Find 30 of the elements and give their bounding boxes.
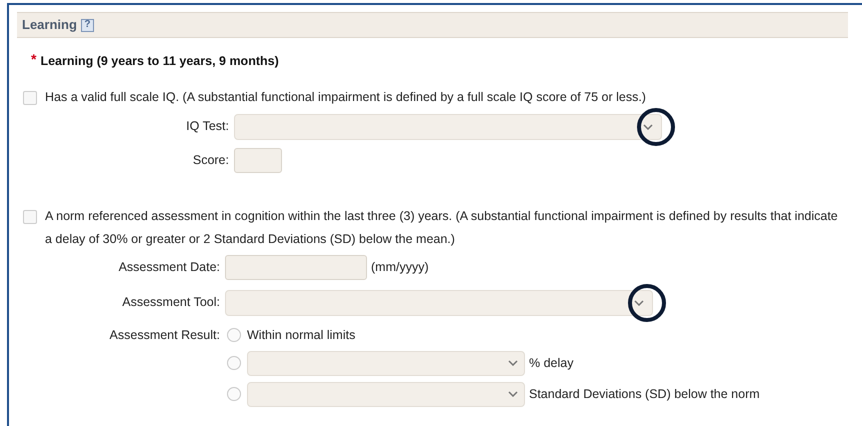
caret-icon: [508, 391, 518, 397]
field-label: Assessment Date:: [118, 258, 220, 276]
caret-icon: [634, 300, 644, 306]
option-label: % delay: [529, 354, 574, 372]
requirement-title: Learning (9 years to 11 years, 9 months): [40, 53, 279, 70]
section-title: Learning: [22, 16, 77, 34]
option-label: Standard Deviations (SD) below the norm: [529, 386, 760, 403]
help-button[interactable]: ?: [80, 18, 94, 32]
field-label: Assessment Tool:: [121, 294, 220, 312]
checkbox[interactable]: [23, 210, 37, 224]
radio-button[interactable]: [227, 356, 241, 370]
field-label: Assessment Result:: [108, 326, 220, 344]
criterion-text: Has a valid full scale IQ. (A substantial functional impairment is defined by a full scale IQ score of 75 or less.): [45, 88, 646, 106]
dropdown[interactable]: [247, 350, 525, 376]
dropdown[interactable]: [247, 382, 525, 406]
criterion-text: A norm referenced assessment in cognition within the last three (3) years. (A substantial functional impairment is defined by results that indicate a delay of 30% or greater or 2 Standard Deviations (SD) below the mean.): [45, 208, 839, 248]
field-label: Score:: [192, 152, 229, 169]
format-hint: (mm/yyyy): [371, 258, 429, 276]
radio-button[interactable]: [227, 328, 241, 342]
caret-icon: [508, 360, 518, 366]
caret-icon: [643, 124, 653, 130]
checkbox[interactable]: [23, 90, 37, 105]
field-label: IQ Test:: [185, 118, 229, 136]
required-marker: *: [31, 52, 36, 66]
dropdown[interactable]: [234, 114, 662, 140]
option-label: Within normal limits: [247, 326, 356, 344]
radio-button[interactable]: [227, 387, 241, 401]
input-field[interactable]: [234, 148, 282, 173]
dropdown[interactable]: [225, 290, 653, 316]
input-field[interactable]: [225, 254, 367, 280]
